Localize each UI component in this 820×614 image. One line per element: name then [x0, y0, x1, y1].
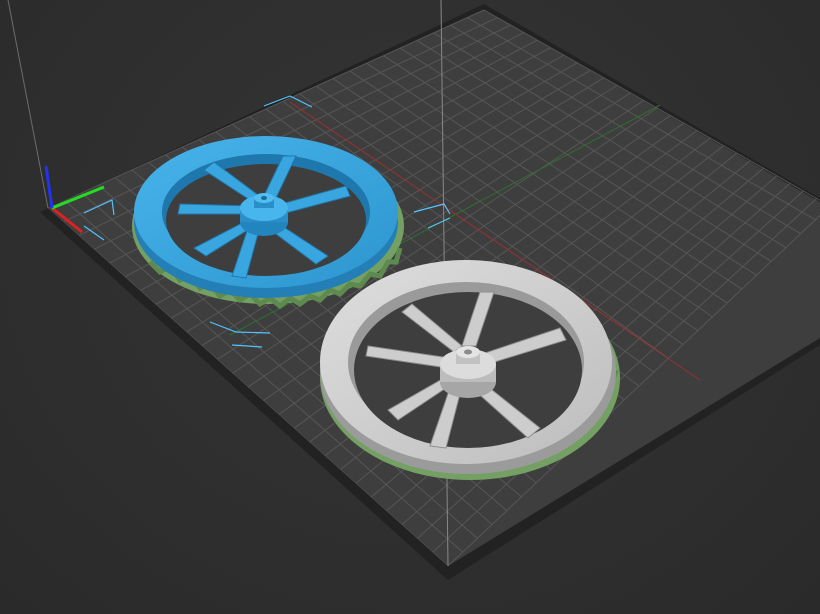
wheel-hub: [240, 193, 288, 236]
scene-canvas[interactable]: [0, 0, 820, 614]
corner-guide-line: [7, 0, 49, 209]
wheel-hub: [440, 346, 496, 398]
3d-viewport[interactable]: [0, 0, 820, 614]
